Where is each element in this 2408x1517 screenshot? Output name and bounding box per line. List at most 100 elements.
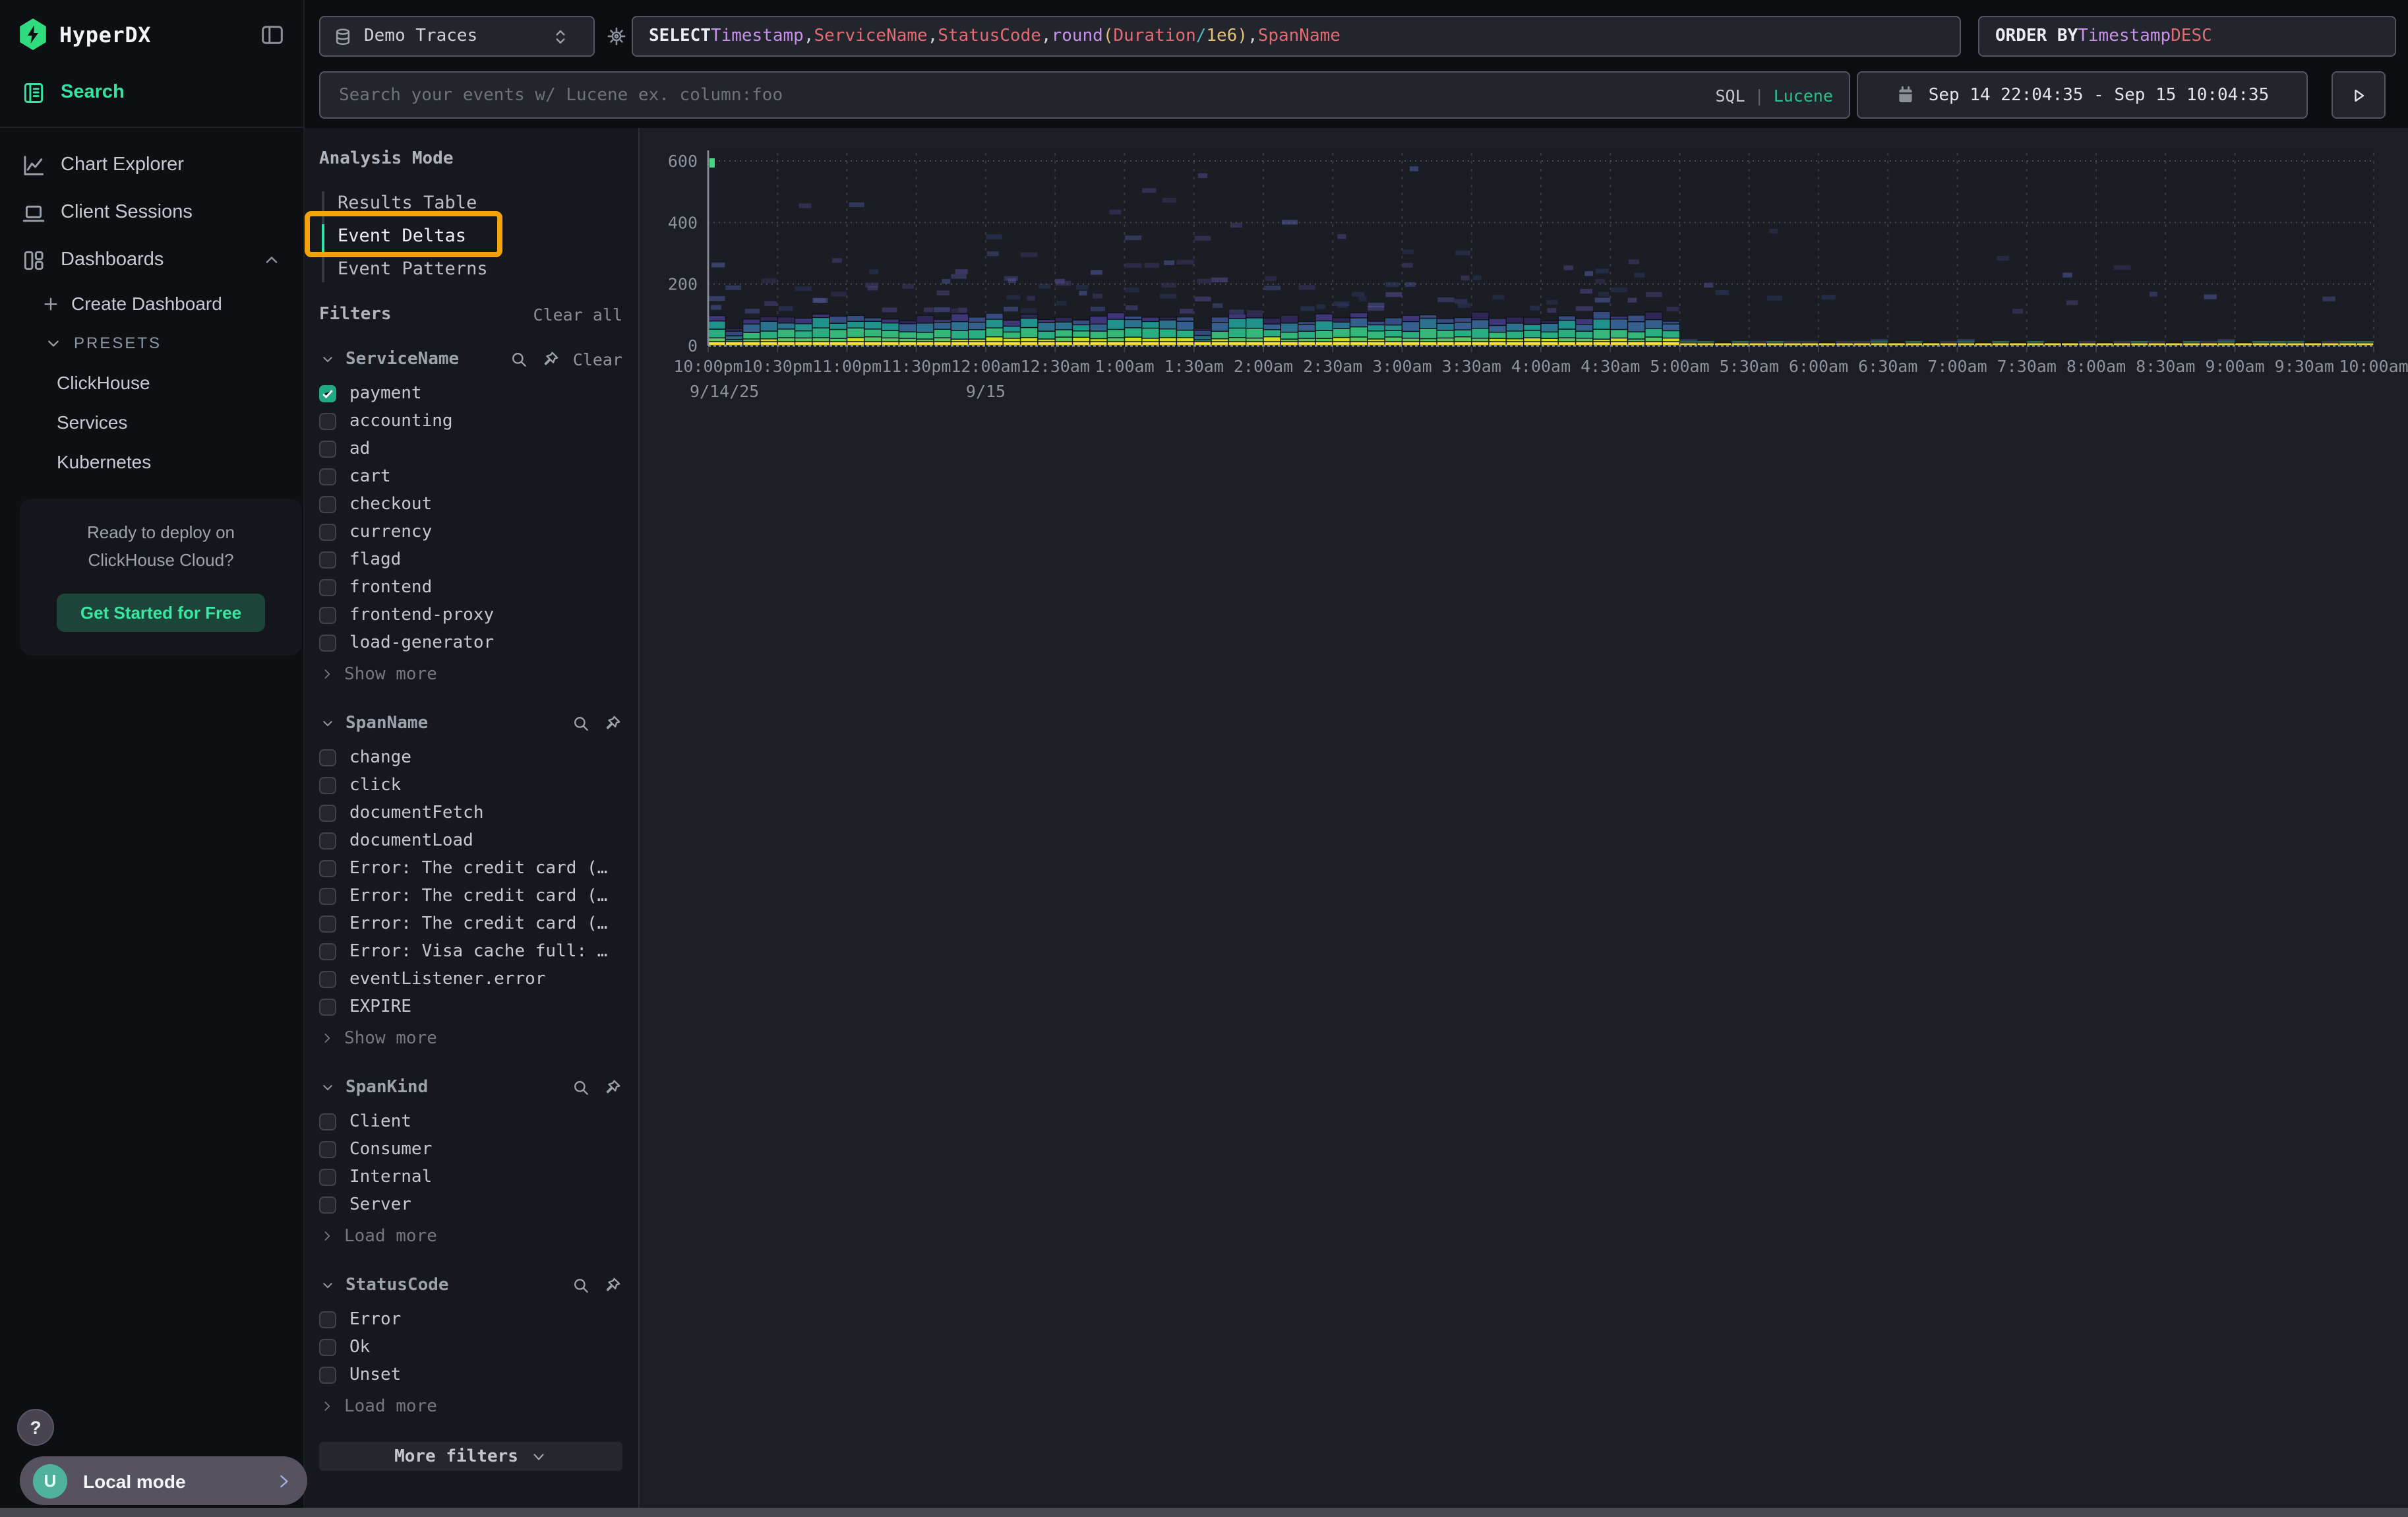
checkbox[interactable] [319, 1367, 336, 1384]
search-icon[interactable] [571, 1276, 591, 1295]
filter-option[interactable]: Ok [319, 1334, 622, 1361]
filter-option[interactable]: cart [319, 463, 622, 491]
filter-option[interactable]: Consumer [319, 1136, 622, 1163]
run-query-button[interactable] [2332, 71, 2386, 119]
sql-select-input[interactable]: SELECT Timestamp, ServiceName, StatusCod… [632, 16, 1961, 57]
filter-option[interactable]: click [319, 772, 622, 799]
duration-heatmap-chart[interactable]: 020040060010:00pm10:30pm11:00pm11:30pm12… [640, 128, 2408, 603]
filter-option[interactable]: checkout [319, 491, 622, 518]
collapse-sidebar-icon[interactable] [260, 22, 285, 47]
source-select[interactable]: Demo Traces [319, 16, 595, 57]
checkbox[interactable] [319, 1311, 336, 1328]
filter-clear-button[interactable]: Clear [573, 350, 622, 369]
checkbox[interactable] [319, 607, 336, 624]
sidebar-item-chart-explorer[interactable]: Chart Explorer [0, 141, 303, 189]
create-dashboard-button[interactable]: Create Dashboard [0, 284, 303, 323]
filter-option[interactable]: Error: Visa cache full: … [319, 938, 622, 966]
checkbox[interactable] [319, 413, 336, 430]
checkbox[interactable] [319, 551, 336, 569]
filter-option[interactable]: Error [319, 1306, 622, 1334]
search-input[interactable] [336, 84, 1715, 106]
filter-option[interactable]: EXPIRE [319, 993, 622, 1021]
filter-option[interactable]: frontend [319, 574, 622, 602]
filter-option[interactable]: Error: The credit card (… [319, 882, 622, 910]
chevron-up-icon[interactable] [261, 249, 282, 270]
filter-option[interactable]: frontend-proxy [319, 602, 622, 629]
sidebar-item-search[interactable]: Search [0, 69, 303, 116]
checkbox[interactable] [319, 999, 336, 1016]
sidebar-item-client-sessions[interactable]: Client Sessions [0, 189, 303, 236]
analysis-mode-option-event-deltas[interactable]: Event Deltas [338, 220, 622, 253]
filter-option[interactable]: Server [319, 1191, 622, 1219]
chevron-down-icon[interactable] [319, 1277, 336, 1294]
checkbox[interactable] [319, 888, 336, 905]
sidebar-preset-services[interactable]: Services [0, 402, 303, 442]
gear-icon[interactable] [605, 25, 628, 47]
checkbox[interactable] [319, 832, 336, 850]
sidebar-item-dashboards[interactable]: Dashboards [0, 236, 303, 284]
order-by-input[interactable]: ORDER BY Timestamp DESC [1978, 16, 2396, 57]
filter-option[interactable]: change [319, 744, 622, 772]
checkbox[interactable] [319, 496, 336, 513]
checkbox-checked[interactable] [319, 385, 336, 402]
checkbox[interactable] [319, 441, 336, 458]
checkbox[interactable] [319, 749, 336, 766]
filter-group-name[interactable]: ServiceName [346, 350, 459, 369]
chevron-down-icon[interactable] [319, 1079, 336, 1096]
filter-option[interactable]: eventListener.error [319, 966, 622, 993]
search-icon[interactable] [510, 350, 529, 369]
load-more-button[interactable]: Load more [319, 1222, 622, 1251]
chevron-down-icon[interactable] [319, 715, 336, 732]
filter-option[interactable]: documentLoad [319, 827, 622, 855]
filter-option[interactable]: currency [319, 518, 622, 546]
sql-mode-button[interactable]: SQL [1715, 85, 1745, 105]
filter-option[interactable]: Error: The credit card (… [319, 855, 622, 882]
checkbox[interactable] [319, 777, 336, 794]
sidebar-preset-kubernetes[interactable]: Kubernetes [0, 442, 303, 481]
filter-group-name[interactable]: StatusCode [346, 1276, 449, 1295]
checkbox[interactable] [319, 1339, 336, 1356]
more-filters-button[interactable]: More filters [319, 1442, 622, 1471]
local-mode-pill[interactable]: U Local mode [20, 1456, 307, 1505]
checkbox[interactable] [319, 635, 336, 652]
filter-option[interactable]: documentFetch [319, 799, 622, 827]
search-icon[interactable] [571, 1078, 591, 1098]
horizontal-scrollbar[interactable] [0, 1508, 2408, 1517]
filter-option[interactable]: accounting [319, 408, 622, 435]
pin-icon[interactable] [603, 714, 622, 733]
filter-option[interactable]: load-generator [319, 629, 622, 657]
sidebar-preset-clickhouse[interactable]: ClickHouse [0, 363, 303, 402]
filter-option[interactable]: Unset [319, 1361, 622, 1389]
checkbox[interactable] [319, 1141, 336, 1158]
chevron-down-icon[interactable] [319, 351, 336, 368]
filter-option[interactable]: flagd [319, 546, 622, 574]
search-icon[interactable] [571, 714, 591, 733]
checkbox[interactable] [319, 1196, 336, 1214]
show-more-button[interactable]: Show more [319, 1024, 622, 1053]
pin-icon[interactable] [541, 350, 561, 369]
checkbox[interactable] [319, 1169, 336, 1186]
lucene-mode-button[interactable]: Lucene [1774, 85, 1833, 105]
presets-toggle[interactable]: PRESETS [0, 323, 303, 363]
checkbox[interactable] [319, 579, 336, 596]
filter-option[interactable]: payment [319, 380, 622, 408]
checkbox[interactable] [319, 524, 336, 541]
filter-group-name[interactable]: SpanName [346, 714, 428, 733]
checkbox[interactable] [319, 468, 336, 485]
filter-option[interactable]: Client [319, 1108, 622, 1136]
help-button[interactable]: ? [17, 1409, 54, 1446]
pin-icon[interactable] [603, 1078, 622, 1098]
date-range-picker[interactable]: Sep 14 22:04:35 - Sep 15 10:04:35 [1857, 71, 2308, 119]
checkbox[interactable] [319, 943, 336, 960]
analysis-mode-option-event-patterns[interactable]: Event Patterns [338, 253, 622, 286]
checkbox[interactable] [319, 805, 336, 822]
show-more-button[interactable]: Show more [319, 660, 622, 689]
filter-group-name[interactable]: SpanKind [346, 1078, 428, 1098]
load-more-button[interactable]: Load more [319, 1392, 622, 1421]
filter-option[interactable]: ad [319, 435, 622, 463]
filter-option[interactable]: Internal [319, 1163, 622, 1191]
analysis-mode-option-results-table[interactable]: Results Table [338, 187, 622, 220]
pin-icon[interactable] [603, 1276, 622, 1295]
clear-all-button[interactable]: Clear all [533, 305, 622, 325]
checkbox[interactable] [319, 915, 336, 933]
